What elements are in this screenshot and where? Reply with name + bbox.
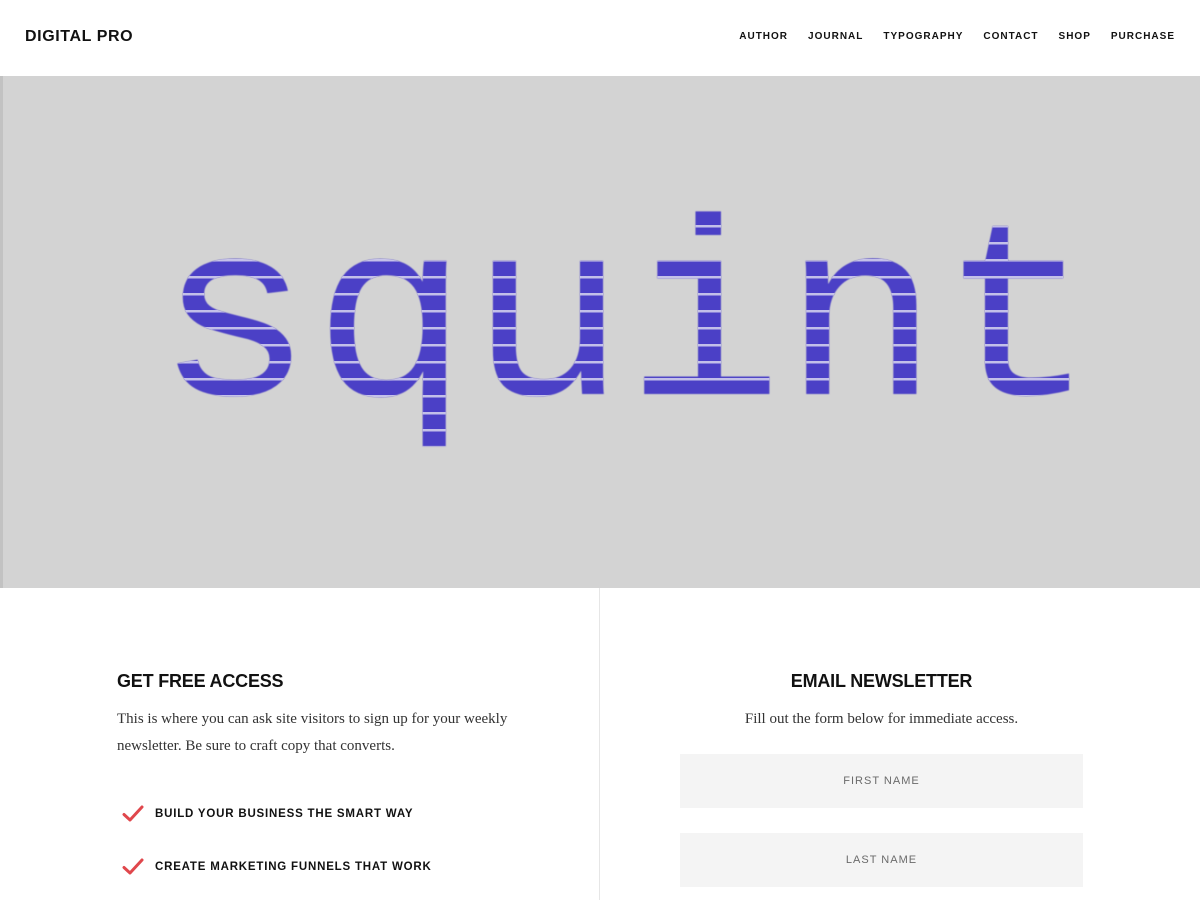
site-header: DIGITAL PRO AUTHOR JOURNAL TYPOGRAPHY CO…	[0, 0, 1200, 76]
free-access-heading: GET FREE ACCESS	[117, 671, 284, 691]
site-title-link[interactable]: DIGITAL PRO	[25, 25, 133, 49]
check-icon	[122, 858, 144, 875]
first-name-field[interactable]	[680, 754, 1083, 808]
list-item: BUILD YOUR BUSINESS THE SMART WAY	[122, 803, 432, 825]
newsletter-section: EMAIL NEWSLETTER Fill out the form below…	[680, 668, 1083, 730]
primary-nav: AUTHOR JOURNAL TYPOGRAPHY CONTACT SHOP P…	[739, 29, 1175, 45]
nav-item-shop[interactable]: SHOP	[1059, 29, 1091, 45]
benefit-label: BUILD YOUR BUSINESS THE SMART WAY	[155, 808, 414, 820]
hero-banner: squint squint	[0, 76, 1200, 588]
nav-item-typography[interactable]: TYPOGRAPHY	[883, 29, 963, 45]
hero-word-image: squint squint	[156, 184, 1096, 470]
column-divider	[599, 588, 600, 900]
free-access-description: This is where you can ask site visitors …	[117, 711, 508, 754]
nav-item-purchase[interactable]: PURCHASE	[1111, 29, 1175, 45]
nav-item-contact[interactable]: CONTACT	[983, 29, 1038, 45]
newsletter-description: Fill out the form below for immediate ac…	[744, 711, 1019, 727]
last-name-field[interactable]	[680, 833, 1083, 887]
newsletter-heading: EMAIL NEWSLETTER	[790, 671, 973, 691]
benefits-list: BUILD YOUR BUSINESS THE SMART WAY CREATE…	[122, 803, 432, 909]
free-access-section: GET FREE ACCESS This is where you can as…	[117, 668, 537, 760]
nav-item-journal[interactable]: JOURNAL	[808, 29, 863, 45]
check-icon	[122, 805, 144, 822]
nav-item-author[interactable]: AUTHOR	[739, 29, 788, 45]
hero-word-stripes: squint	[156, 184, 1096, 470]
list-item: CREATE MARKETING FUNNELS THAT WORK	[122, 856, 432, 878]
benefit-label: CREATE MARKETING FUNNELS THAT WORK	[155, 861, 432, 873]
